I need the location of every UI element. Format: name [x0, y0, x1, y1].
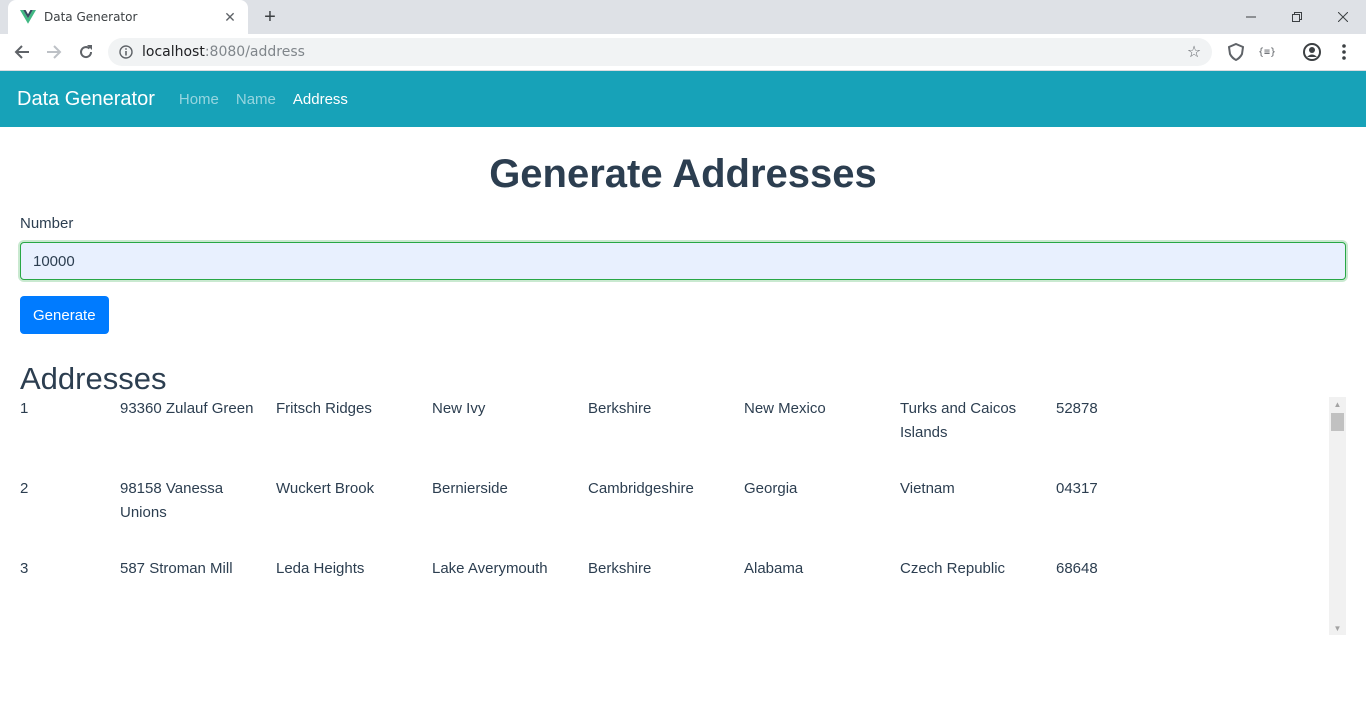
- table-cell-id: 3: [20, 560, 29, 577]
- page-title: Generate Addresses: [489, 152, 877, 196]
- nav-link-home[interactable]: Home: [179, 91, 219, 108]
- table-cell-state: New Mexico: [744, 400, 826, 417]
- table-cell-secondary: Leda Heights: [276, 560, 365, 577]
- restore-icon[interactable]: [1274, 0, 1320, 34]
- browser-tab[interactable]: Data Generator ✕: [8, 0, 248, 34]
- address-bar[interactable]: localhost:8080/address ☆: [108, 38, 1212, 66]
- addresses-heading: Addresses: [20, 361, 167, 396]
- nav-link-address[interactable]: Address: [293, 91, 348, 108]
- addresses-table[interactable]: 1 93360 Zulauf Green Fritsch Ridges New …: [20, 397, 1346, 635]
- table-row: 3 587 Stroman Mill Leda Heights Lake Ave…: [20, 557, 1346, 635]
- number-label: Number: [20, 215, 74, 232]
- back-arrow-icon[interactable]: [10, 40, 34, 64]
- table-cell-county: Cambridgeshire: [588, 480, 694, 497]
- table-row: 1 93360 Zulauf Green Fritsch Ridges New …: [20, 397, 1346, 477]
- table-row: 2 98158 Vanessa Unions Wuckert Brook Ber…: [20, 477, 1346, 557]
- bookmark-star-icon[interactable]: ☆: [1184, 42, 1204, 62]
- table-cell-city: Lake Averymouth: [432, 560, 548, 577]
- forward-arrow-icon[interactable]: [42, 40, 66, 64]
- close-window-icon[interactable]: [1320, 0, 1366, 34]
- shield-extension-icon[interactable]: [1226, 42, 1246, 62]
- scroll-up-arrow-icon[interactable]: ▲: [1329, 397, 1346, 411]
- account-avatar-icon[interactable]: [1302, 42, 1322, 62]
- table-cell-zip: 52878: [1056, 400, 1098, 417]
- url-text: localhost:8080/address: [142, 44, 1184, 60]
- table-cell-secondary: Fritsch Ridges: [276, 400, 372, 417]
- site-info-icon[interactable]: [118, 44, 134, 60]
- table-cell-county: Berkshire: [588, 400, 652, 417]
- reload-icon[interactable]: [74, 40, 98, 64]
- table-cell-street: 98158 Vanessa Unions: [120, 480, 224, 521]
- url-path: :8080/address: [204, 44, 305, 60]
- table-cell-county: Berkshire: [588, 560, 652, 577]
- table-cell-street: 587 Stroman Mill: [120, 560, 233, 577]
- table-cell-state: Georgia: [744, 480, 798, 497]
- menu-dots-icon[interactable]: [1334, 42, 1354, 62]
- scrollbar-thumb[interactable]: [1331, 413, 1344, 431]
- nav-link-name[interactable]: Name: [236, 91, 276, 108]
- table-cell-country: Vietnam: [900, 480, 955, 497]
- table-cell-id: 1: [20, 400, 29, 417]
- table-cell-state: Alabama: [744, 560, 804, 577]
- scroll-down-arrow-icon[interactable]: ▼: [1329, 621, 1346, 635]
- tab-title: Data Generator: [44, 10, 138, 24]
- table-cell-street: 93360 Zulauf Green: [120, 400, 254, 417]
- table-cell-city: New Ivy: [432, 400, 486, 417]
- table-cell-id: 2: [20, 480, 29, 497]
- new-tab-icon[interactable]: +: [258, 5, 282, 29]
- app-navbar: Data Generator Home Name Address: [0, 71, 1366, 127]
- table-cell-zip: 68648: [1056, 560, 1098, 577]
- navbar-brand[interactable]: Data Generator: [17, 88, 155, 111]
- table-cell-secondary: Wuckert Brook: [276, 480, 375, 497]
- vue-logo-icon: [20, 9, 36, 25]
- browser-tabstrip: Data Generator ✕ +: [0, 0, 1366, 34]
- window-controls: [1228, 0, 1366, 34]
- generate-button[interactable]: Generate: [20, 296, 109, 334]
- browser-toolbar: localhost:8080/address ☆ {≡}: [0, 34, 1366, 71]
- tab-close-icon[interactable]: ✕: [222, 9, 238, 25]
- table-cell-zip: 04317: [1056, 480, 1098, 497]
- json-extension-icon[interactable]: {≡}: [1257, 42, 1277, 62]
- minimize-icon[interactable]: [1228, 0, 1274, 34]
- table-cell-city: Bernierside: [432, 480, 508, 497]
- table-cell-country: Czech Republic: [900, 560, 1006, 577]
- table-cell-country: Turks and Caicos Islands: [900, 400, 1017, 441]
- url-host: localhost: [142, 44, 205, 60]
- table-scrollbar[interactable]: ▲ ▼: [1329, 397, 1346, 635]
- main-content: Generate Addresses Number Generate Addre…: [20, 127, 1346, 397]
- number-input[interactable]: [20, 242, 1346, 280]
